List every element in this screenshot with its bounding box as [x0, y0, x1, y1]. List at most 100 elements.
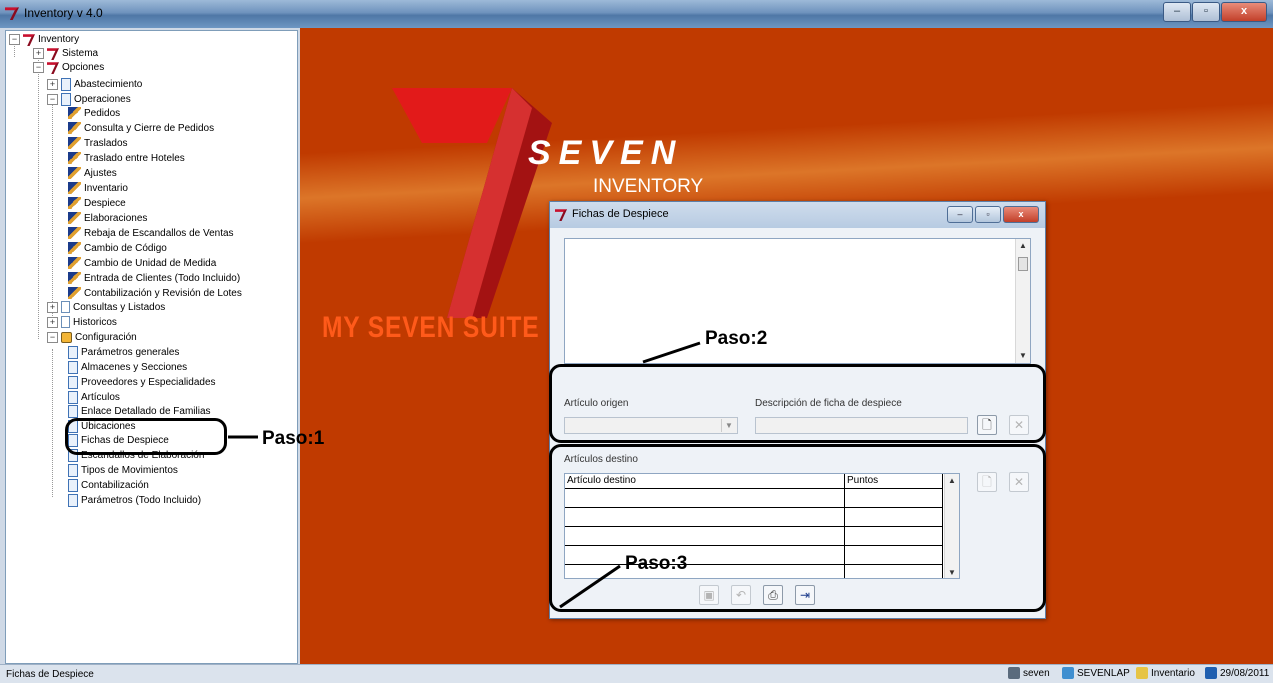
restore-button[interactable]: ▫ [1192, 2, 1220, 22]
seven-logo-icon [5, 7, 19, 20]
minimize-button[interactable]: – [1163, 2, 1191, 22]
pencil-icon [68, 197, 81, 210]
tree-item-ajustes[interactable]: Ajustes [68, 167, 117, 181]
status-machine: SEVENLAP [1062, 667, 1130, 681]
suite-name: MY SEVEN SUITE [322, 311, 540, 344]
expand-icon[interactable]: + [33, 48, 44, 59]
brand-product: INVENTORY [593, 176, 704, 197]
document-icon [61, 316, 70, 329]
tree-item-rebaja-escandallos[interactable]: Rebaja de Escandallos de Ventas [68, 227, 234, 241]
dialog-restore-button[interactable]: ▫ [975, 206, 1001, 223]
tree-node-configuracion[interactable]: − Configuración [47, 331, 137, 345]
database-icon [1136, 667, 1148, 680]
annotation-box-2 [549, 364, 1046, 443]
app-titlebar: Inventory v 4.0 – ▫ x [0, 0, 1273, 28]
pencil-icon [68, 227, 81, 240]
settings-icon [61, 331, 72, 343]
seven-logo-icon [23, 34, 35, 46]
tree-node-sistema[interactable]: + Sistema [33, 47, 98, 61]
tree-item-contabilizacion-lotes[interactable]: Contabilización y Revisión de Lotes [68, 287, 242, 301]
pencil-icon [68, 167, 81, 180]
tree-item-traslados[interactable]: Traslados [68, 137, 128, 151]
dialog-minimize-button[interactable]: – [947, 206, 973, 223]
document-icon [68, 405, 78, 418]
expand-icon[interactable]: + [47, 316, 58, 328]
window-controls: – ▫ x [1162, 2, 1267, 22]
tree-item-almacenes[interactable]: Almacenes y Secciones [68, 361, 187, 375]
navigation-tree: − Inventory + Sistema − Opciones + Abastecim… [5, 30, 298, 664]
tree-item-entrada-clientes[interactable]: Entrada de Clientes (Todo Incluido) [68, 272, 240, 286]
pencil-icon [68, 257, 81, 270]
tree-item-consulta-cierre[interactable]: Consulta y Cierre de Pedidos [68, 122, 214, 136]
tree-node-abastecimiento[interactable]: + Abastecimiento [47, 78, 142, 92]
list-scrollbar[interactable]: ▲ ▼ [1015, 239, 1030, 363]
tree-item-despiece[interactable]: Despiece [68, 197, 126, 211]
computer-icon [1062, 667, 1074, 680]
pencil-icon [68, 212, 81, 225]
collapse-icon[interactable]: − [47, 94, 58, 105]
scroll-thumb[interactable] [1018, 257, 1028, 271]
tree-item-pedidos[interactable]: Pedidos [68, 107, 120, 121]
dialog-titlebar[interactable]: Fichas de Despiece – ▫ x [550, 202, 1045, 228]
collapse-icon[interactable]: − [47, 331, 58, 343]
tree-item-parametros-todo-incluido[interactable]: Parámetros (Todo Incluido) [68, 494, 201, 508]
collapse-icon[interactable]: − [33, 62, 44, 73]
user-icon [1008, 667, 1020, 680]
pencil-icon [68, 272, 81, 285]
tree-item-cambio-codigo[interactable]: Cambio de Código [68, 242, 167, 256]
status-date: 29/08/2011 [1205, 667, 1269, 681]
collapse-icon[interactable]: − [9, 34, 20, 45]
document-icon [68, 361, 78, 374]
tree-item-articulos[interactable]: Artículos [68, 391, 120, 405]
seven-logo-icon [47, 62, 59, 74]
tree-item-inventario[interactable]: Inventario [68, 182, 128, 196]
pencil-icon [68, 137, 81, 150]
status-bar: Fichas de Despiece seven SEVENLAP Invent… [0, 664, 1273, 683]
pencil-icon [68, 122, 81, 135]
document-icon [68, 376, 78, 389]
tree-item-cambio-unidad[interactable]: Cambio de Unidad de Medida [68, 257, 216, 271]
status-module: Inventario [1136, 667, 1195, 681]
dialog-controls: – ▫ x [945, 206, 1039, 223]
tree-item-proveedores[interactable]: Proveedores y Especialidades [68, 376, 216, 390]
document-icon [61, 301, 70, 314]
fichas-list[interactable]: ▲ ▼ [564, 238, 1031, 364]
pencil-icon [68, 107, 81, 120]
status-user: seven [1008, 667, 1050, 681]
expand-icon[interactable]: + [47, 79, 58, 90]
tree-item-enlace-familias[interactable]: Enlace Detallado de Familias [68, 405, 211, 419]
tree-item-contabilizacion[interactable]: Contabilización [68, 479, 149, 493]
document-icon [68, 464, 78, 477]
tree-item-traslado-hoteles[interactable]: Traslado entre Hoteles [68, 152, 185, 166]
dialog-close-button[interactable]: x [1003, 206, 1039, 223]
brand-name: SEVEN [528, 134, 684, 172]
tree-item-elaboraciones[interactable]: Elaboraciones [68, 212, 147, 226]
scroll-up-icon[interactable]: ▲ [1016, 239, 1030, 253]
tree-node-consultas[interactable]: + Consultas y Listados [47, 301, 165, 315]
annotation-paso-3: Paso:3 [625, 553, 688, 574]
status-text: Fichas de Despiece [6, 669, 94, 680]
folder-document-icon [61, 93, 71, 106]
tree-node-inventory[interactable]: − Inventory [9, 33, 79, 47]
document-icon [68, 346, 78, 359]
tree-node-operaciones[interactable]: − Operaciones [47, 93, 131, 107]
calendar-icon [1205, 667, 1217, 680]
document-icon [68, 479, 78, 492]
annotation-box-1 [65, 418, 227, 455]
document-icon [68, 391, 78, 404]
close-button[interactable]: x [1221, 2, 1267, 22]
seven-logo-icon [47, 48, 59, 60]
dialog-title: Fichas de Despiece [572, 208, 669, 220]
pencil-icon [68, 287, 81, 300]
tree-item-parametros-generales[interactable]: Parámetros generales [68, 346, 179, 360]
expand-icon[interactable]: + [47, 301, 58, 313]
pencil-icon [68, 242, 81, 255]
annotation-paso-2: Paso:2 [705, 328, 768, 349]
scroll-down-icon[interactable]: ▼ [1016, 349, 1030, 363]
tree-node-opciones[interactable]: − Opciones [33, 61, 104, 75]
pencil-icon [68, 152, 81, 165]
tree-item-tipos-movimientos[interactable]: Tipos de Movimientos [68, 464, 178, 478]
folder-document-icon [61, 78, 71, 91]
window-title: Inventory v 4.0 [24, 6, 103, 20]
tree-node-historicos[interactable]: + Historicos [47, 316, 117, 330]
